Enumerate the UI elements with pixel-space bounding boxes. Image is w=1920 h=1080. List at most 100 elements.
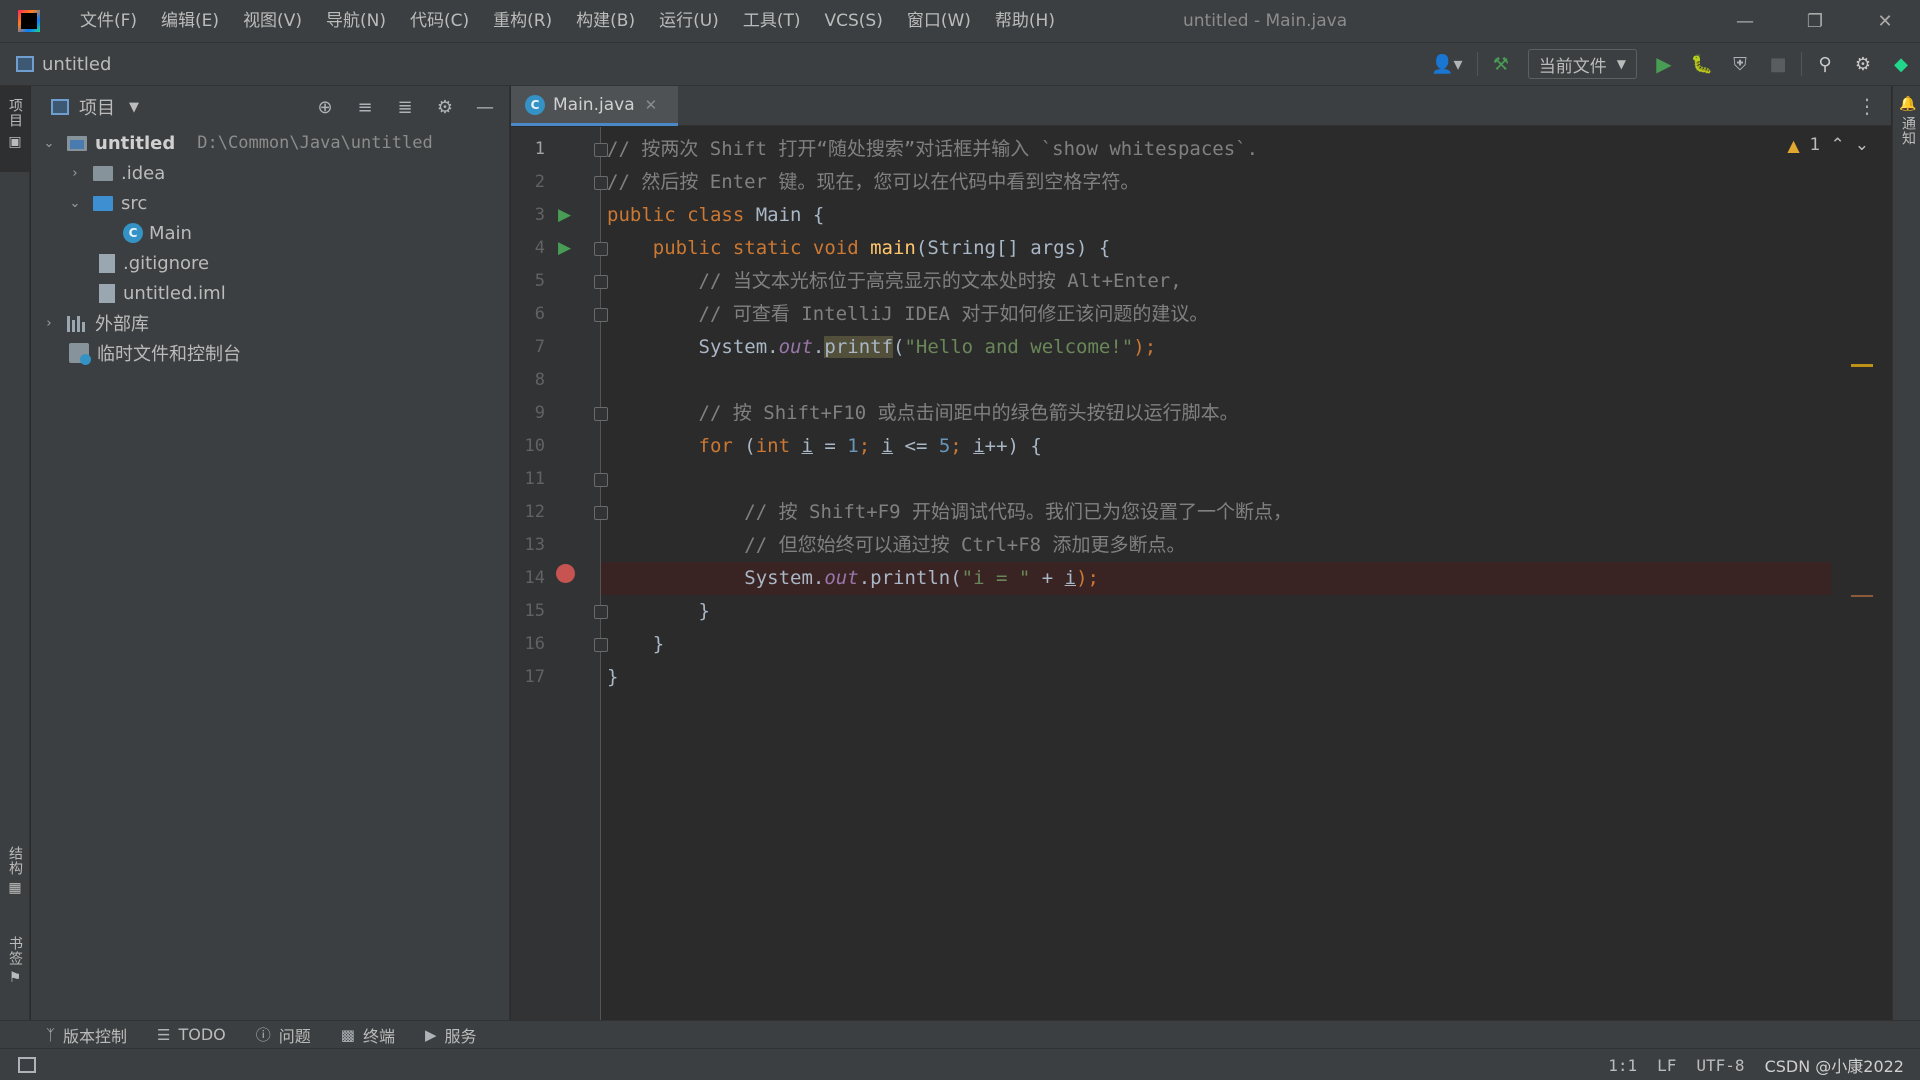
info-icon: ⓘ xyxy=(255,1026,271,1044)
restore-icon[interactable]: ❐ xyxy=(1780,0,1850,42)
breadcrumb-project[interactable]: untitled xyxy=(42,54,111,75)
build-hammer-icon[interactable]: ⚒ xyxy=(1485,48,1517,80)
menu-tools[interactable]: 工具(T) xyxy=(731,0,813,42)
project-tool-label: 项目 xyxy=(7,98,23,128)
fold-marker-icon[interactable] xyxy=(594,143,608,157)
code-token: = xyxy=(812,435,848,457)
structure-tool-button[interactable]: 结构 ▦ xyxy=(0,846,30,916)
user-icon[interactable]: 👤▾ xyxy=(1424,48,1470,80)
chevron-down-icon[interactable]: ⌄ xyxy=(1855,135,1869,155)
debug-icon[interactable]: 🐛 xyxy=(1686,48,1718,80)
problems-tool-button[interactable]: ⓘ 问题 xyxy=(256,1023,311,1047)
menu-window[interactable]: 窗口(W) xyxy=(895,0,983,42)
line-number: 1 xyxy=(534,139,545,159)
bookmarks-tool-button[interactable]: 书签 ⚑ xyxy=(0,936,30,1006)
tree-item-external-libraries[interactable]: › 外部库 xyxy=(31,308,509,338)
fold-marker-icon[interactable] xyxy=(594,176,608,190)
hide-panel-icon[interactable]: — xyxy=(471,93,499,121)
tree-item-main[interactable]: C Main xyxy=(31,218,509,248)
stop-icon[interactable]: ■ xyxy=(1762,48,1794,80)
chevron-down-icon[interactable]: ⌄ xyxy=(67,196,83,211)
collapse-all-icon[interactable]: ≣ xyxy=(391,93,419,121)
fold-marker-icon[interactable] xyxy=(594,308,608,322)
tree-item-src[interactable]: ⌄ src xyxy=(31,188,509,218)
structure-icon: ▦ xyxy=(8,880,22,896)
todo-tool-button[interactable]: ☰ TODO xyxy=(157,1025,226,1044)
search-icon[interactable]: ⚲ xyxy=(1809,48,1841,80)
project-tool-button[interactable]: 项目 ▣ xyxy=(0,86,30,172)
tree-item-label: 临时文件和控制台 xyxy=(97,344,241,365)
code-editor[interactable]: 1 2 3 4 5 6 7 8 9 10 11 12 13 14 15 16 1… xyxy=(511,127,1891,1020)
menu-navigate[interactable]: 导航(N) xyxy=(314,0,398,42)
comment: // 按 Shift+F10 或点击间距中的绿色箭头按钮以运行脚本。 xyxy=(698,402,1239,424)
close-icon[interactable]: ✕ xyxy=(645,96,658,114)
tab-main-java[interactable]: C Main.java ✕ xyxy=(511,86,678,126)
line-number: 8 xyxy=(534,370,545,390)
editor-gutter[interactable]: 1 2 3 4 5 6 7 8 9 10 11 12 13 14 15 16 1… xyxy=(511,127,608,1020)
fold-marker-icon[interactable] xyxy=(594,605,608,619)
tree-item-untitled[interactable]: ⌄ untitled D:\Common\Java\untitled xyxy=(31,128,509,158)
gear-icon[interactable]: ⚙ xyxy=(1847,48,1879,80)
chevron-right-icon[interactable]: › xyxy=(67,166,83,181)
loop-variable: i xyxy=(973,435,985,457)
tab-label: Main.java xyxy=(553,94,635,115)
warning-stripe-mark[interactable] xyxy=(1851,364,1873,367)
menu-build[interactable]: 构建(B) xyxy=(564,0,647,42)
notifications-tool-button[interactable]: 🔔 通知 xyxy=(1893,96,1920,166)
menu-view[interactable]: 视图(V) xyxy=(231,0,314,42)
project-panel-title[interactable]: 项目 xyxy=(79,94,115,120)
minimize-icon[interactable]: — xyxy=(1710,0,1780,42)
fold-marker-icon[interactable] xyxy=(594,638,608,652)
run-config-selector[interactable]: 当前文件 ▼ xyxy=(1527,49,1637,79)
code-line-9: // 按 Shift+F10 或点击间距中的绿色箭头按钮以运行脚本。 xyxy=(607,397,1831,430)
menu-edit[interactable]: 编辑(E) xyxy=(149,0,231,42)
coverage-icon[interactable]: ⛨ xyxy=(1724,48,1756,80)
toolbox-icon[interactable]: ◆ xyxy=(1885,48,1917,80)
tree-item-scratches[interactable]: 临时文件和控制台 xyxy=(31,338,509,368)
locate-file-icon[interactable]: ⊕ xyxy=(311,93,339,121)
fold-marker-icon[interactable] xyxy=(594,275,608,289)
menu-file[interactable]: 文件(F) xyxy=(68,0,149,42)
number-literal: 5 xyxy=(938,435,951,457)
title-bar: 文件(F) 编辑(E) 视图(V) 导航(N) 代码(C) 重构(R) 构建(B… xyxy=(0,0,1920,42)
tree-item-idea[interactable]: › .idea xyxy=(31,158,509,188)
file-encoding[interactable]: UTF-8 xyxy=(1696,1056,1744,1075)
run-gutter-icon[interactable]: ▶ xyxy=(558,238,571,258)
tree-item-gitignore[interactable]: .gitignore xyxy=(31,248,509,278)
run-gutter-icon[interactable]: ▶ xyxy=(558,205,571,225)
services-tool-button[interactable]: ▶ 服务 xyxy=(425,1023,477,1047)
menu-vcs[interactable]: VCS(S) xyxy=(812,0,894,42)
chevron-up-icon[interactable]: ⌃ xyxy=(1831,135,1845,155)
window-title: untitled - Main.java xyxy=(1183,11,1348,31)
menu-code[interactable]: 代码(C) xyxy=(398,0,481,42)
menu-help[interactable]: 帮助(H) xyxy=(983,0,1067,42)
loop-variable: i xyxy=(1064,567,1077,589)
breakpoint-icon[interactable] xyxy=(556,564,575,583)
terminal-tool-button[interactable]: ▩ 终端 xyxy=(341,1023,395,1047)
scratches-icon xyxy=(69,343,91,365)
tree-item-iml[interactable]: untitled.iml xyxy=(31,278,509,308)
line-separator[interactable]: LF xyxy=(1657,1056,1676,1075)
inspection-widget[interactable]: ▲ 1 ⌃ ⌄ xyxy=(1781,133,1875,157)
close-icon[interactable]: ✕ xyxy=(1850,0,1920,42)
fold-marker-icon[interactable] xyxy=(594,506,608,520)
highlighted-method[interactable]: printf xyxy=(824,336,894,358)
chevron-right-icon[interactable]: › xyxy=(41,316,57,331)
chevron-down-icon[interactable]: ⌄ xyxy=(41,136,57,151)
structure-tool-label: 结构 xyxy=(7,846,23,876)
menu-refactor[interactable]: 重构(R) xyxy=(481,0,564,42)
caret-position[interactable]: 1:1 xyxy=(1608,1056,1637,1075)
menu-run[interactable]: 运行(U) xyxy=(647,0,731,42)
more-vertical-icon[interactable]: ⋮ xyxy=(1857,86,1877,126)
gear-icon[interactable]: ⚙ xyxy=(431,93,459,121)
fold-marker-icon[interactable] xyxy=(594,242,608,256)
breakpoint-stripe-mark[interactable] xyxy=(1851,595,1873,597)
code-content[interactable]: // 按两次 Shift 打开“随处搜索”对话框并输入 `show whites… xyxy=(601,133,1831,694)
fold-marker-icon[interactable] xyxy=(594,407,608,421)
run-icon[interactable]: ▶ xyxy=(1648,48,1680,80)
chevron-down-icon[interactable]: ▼ xyxy=(129,100,139,115)
fold-marker-icon[interactable] xyxy=(594,473,608,487)
expand-all-icon[interactable]: ≡ xyxy=(351,93,379,121)
vcs-tool-button[interactable]: ᛉ 版本控制 xyxy=(46,1023,127,1047)
toggle-tool-windows-icon[interactable] xyxy=(18,1057,36,1073)
